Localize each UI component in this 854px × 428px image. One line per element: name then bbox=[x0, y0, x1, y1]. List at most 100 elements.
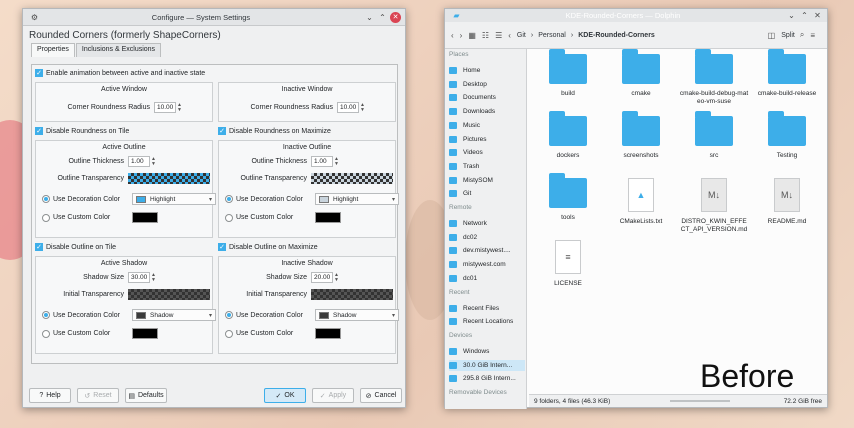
breadcrumb-current[interactable]: KDE-Rounded-Corners bbox=[578, 32, 655, 39]
details-view-icon[interactable]: ☰ bbox=[495, 31, 502, 40]
radio-icon[interactable] bbox=[42, 311, 50, 319]
radio-icon[interactable] bbox=[42, 195, 50, 203]
split-icon[interactable]: ◫ bbox=[768, 31, 776, 40]
radius-spinbox[interactable]: 10.00 bbox=[154, 102, 176, 113]
radio-icon[interactable] bbox=[42, 329, 50, 338]
places-item[interactable]: Recent Locations bbox=[449, 316, 525, 327]
spin-arrows-icon[interactable]: ▲ ▼ bbox=[151, 156, 156, 167]
compact-view-icon[interactable]: ☷ bbox=[482, 31, 489, 40]
custom-color-button[interactable] bbox=[315, 212, 341, 223]
breadcrumb-personal[interactable]: Personal bbox=[538, 32, 566, 39]
places-item[interactable]: 30.0 GiB Intern... bbox=[449, 359, 525, 371]
defaults-button[interactable]: ▤ Defaults bbox=[125, 388, 167, 403]
custom-color-button[interactable] bbox=[132, 328, 158, 339]
disable-outline-max-checkbox[interactable]: ✓ Disable Outline on Maximize bbox=[218, 243, 318, 251]
minimize-icon[interactable]: ⌄ bbox=[364, 12, 375, 23]
decoration-color-combo[interactable]: Shadow ▾ bbox=[315, 309, 399, 321]
window-titlebar[interactable]: ▰ KDE-Rounded-Corners — Dolphin ⌄ ⌃ ✕ bbox=[445, 9, 827, 22]
places-item[interactable]: 295.8 GiB Intern... bbox=[449, 373, 525, 384]
back-icon[interactable]: ‹ bbox=[451, 31, 454, 40]
places-item[interactable]: mistywest.com bbox=[449, 259, 525, 270]
maximize-icon[interactable]: ⌃ bbox=[799, 10, 810, 21]
radius-spinbox[interactable]: 10.00 bbox=[337, 102, 359, 113]
enable-animation-checkbox[interactable]: ✓ Enable animation between active and ina… bbox=[35, 69, 205, 77]
cancel-button[interactable]: ⊘ Cancel bbox=[360, 388, 402, 403]
search-icon[interactable]: ⌕ bbox=[800, 30, 804, 40]
reset-button[interactable]: ↺ Reset bbox=[77, 388, 119, 403]
file-item[interactable]: M↓ DISTRO_KWIN_EFFECT_API_VERSION.md bbox=[679, 178, 749, 234]
disable-outline-tile-checkbox[interactable]: ✓ Disable Outline on Tile bbox=[35, 243, 116, 251]
minimize-icon[interactable]: ⌄ bbox=[786, 10, 797, 21]
decoration-color-combo[interactable]: Shadow ▾ bbox=[132, 309, 216, 321]
disable-roundness-max-checkbox[interactable]: ✓ Disable Roundness on Maximize bbox=[218, 127, 331, 135]
file-item[interactable]: ≡ LICENSE bbox=[533, 240, 603, 288]
forward-icon[interactable]: › bbox=[460, 31, 463, 40]
apply-button[interactable]: ✓ Apply bbox=[312, 388, 354, 403]
thickness-spinbox[interactable]: 1.00 bbox=[311, 156, 333, 167]
places-item[interactable]: Desktop bbox=[449, 79, 525, 90]
places-item[interactable]: dc02 bbox=[449, 232, 525, 243]
transparency-slider[interactable] bbox=[311, 173, 393, 184]
file-item[interactable]: screenshots bbox=[606, 111, 676, 160]
spin-arrows-icon[interactable]: ▲ ▼ bbox=[334, 156, 339, 167]
radio-icon[interactable] bbox=[225, 311, 233, 319]
transparency-slider[interactable] bbox=[128, 289, 210, 300]
places-item[interactable]: Trash bbox=[449, 161, 525, 172]
thickness-spinbox[interactable]: 1.00 bbox=[128, 156, 150, 167]
file-item[interactable]: cmake bbox=[606, 49, 676, 98]
help-button[interactable]: ? Help bbox=[29, 388, 71, 403]
window-titlebar[interactable]: ⚙ Configure — System Settings ⌄ ⌃ ✕ bbox=[23, 9, 405, 26]
breadcrumb-git[interactable]: Git bbox=[517, 32, 526, 39]
places-item[interactable]: Windows bbox=[449, 346, 525, 357]
file-item[interactable]: dockers bbox=[533, 111, 603, 160]
places-item[interactable]: MistySOM bbox=[449, 175, 525, 186]
tab-properties[interactable]: Properties bbox=[31, 43, 75, 57]
radio-icon[interactable] bbox=[225, 195, 233, 203]
tab-inclusions-exclusions[interactable]: Inclusions & Exclusions bbox=[75, 43, 162, 57]
spin-arrows-icon[interactable]: ▲ ▼ bbox=[177, 102, 182, 113]
icons-view-icon[interactable]: ▦ bbox=[468, 31, 476, 40]
split-button[interactable]: Split bbox=[781, 32, 795, 39]
menu-icon[interactable]: ≡ bbox=[810, 31, 815, 40]
close-icon[interactable]: ✕ bbox=[390, 11, 401, 23]
places-item[interactable]: dc01 bbox=[449, 273, 525, 284]
maximize-icon[interactable]: ⌃ bbox=[377, 12, 388, 23]
decoration-color-combo[interactable]: Highlight ▾ bbox=[132, 193, 216, 205]
transparency-slider[interactable] bbox=[128, 173, 210, 184]
file-item[interactable]: tools bbox=[533, 173, 603, 222]
custom-color-button[interactable] bbox=[132, 212, 158, 223]
places-item[interactable]: Videos bbox=[449, 147, 525, 158]
radio-icon[interactable] bbox=[225, 213, 233, 222]
places-item[interactable]: Downloads bbox=[449, 106, 525, 117]
spin-arrows-icon[interactable]: ▲ ▼ bbox=[360, 102, 365, 113]
places-item[interactable]: Pictures bbox=[449, 134, 525, 145]
places-item[interactable]: Music bbox=[449, 120, 525, 131]
places-item[interactable]: Git bbox=[449, 188, 525, 199]
transparency-slider[interactable] bbox=[311, 289, 393, 300]
spin-arrows-icon[interactable]: ▲ ▼ bbox=[151, 272, 156, 283]
file-item[interactable]: cmake-build-debug-mateo-vm-suse bbox=[679, 49, 749, 106]
file-item[interactable]: M↓ README.md bbox=[752, 178, 822, 226]
radio-icon[interactable] bbox=[42, 213, 50, 222]
places-item[interactable]: Home bbox=[449, 65, 525, 76]
ok-button[interactable]: ✓ OK bbox=[264, 388, 306, 403]
places-item[interactable]: Documents bbox=[449, 92, 525, 103]
shadow-size-spinbox[interactable]: 30.00 bbox=[128, 272, 150, 283]
breadcrumb-left-icon[interactable]: ‹ bbox=[508, 31, 511, 40]
file-item[interactable]: Testing bbox=[752, 111, 822, 160]
disable-roundness-tile-checkbox[interactable]: ✓ Disable Roundness on Tile bbox=[35, 127, 129, 135]
decoration-color-combo[interactable]: Highlight ▾ bbox=[315, 193, 399, 205]
close-icon[interactable]: ✕ bbox=[812, 10, 823, 21]
zoom-slider[interactable] bbox=[670, 400, 731, 402]
file-item[interactable]: ▲ CMakeLists.txt bbox=[606, 178, 676, 226]
shadow-size-spinbox[interactable]: 20.00 bbox=[311, 272, 333, 283]
file-item[interactable]: build bbox=[533, 49, 603, 98]
file-item[interactable]: src bbox=[679, 111, 749, 160]
places-item[interactable]: Recent Files bbox=[449, 303, 525, 314]
spin-arrows-icon[interactable]: ▲ ▼ bbox=[334, 272, 339, 283]
radio-icon[interactable] bbox=[225, 329, 233, 338]
places-item[interactable]: dev.mistywest.... bbox=[449, 245, 525, 256]
file-item[interactable]: cmake-build-release bbox=[752, 49, 822, 98]
custom-color-button[interactable] bbox=[315, 328, 341, 339]
places-item[interactable]: Network bbox=[449, 218, 525, 229]
